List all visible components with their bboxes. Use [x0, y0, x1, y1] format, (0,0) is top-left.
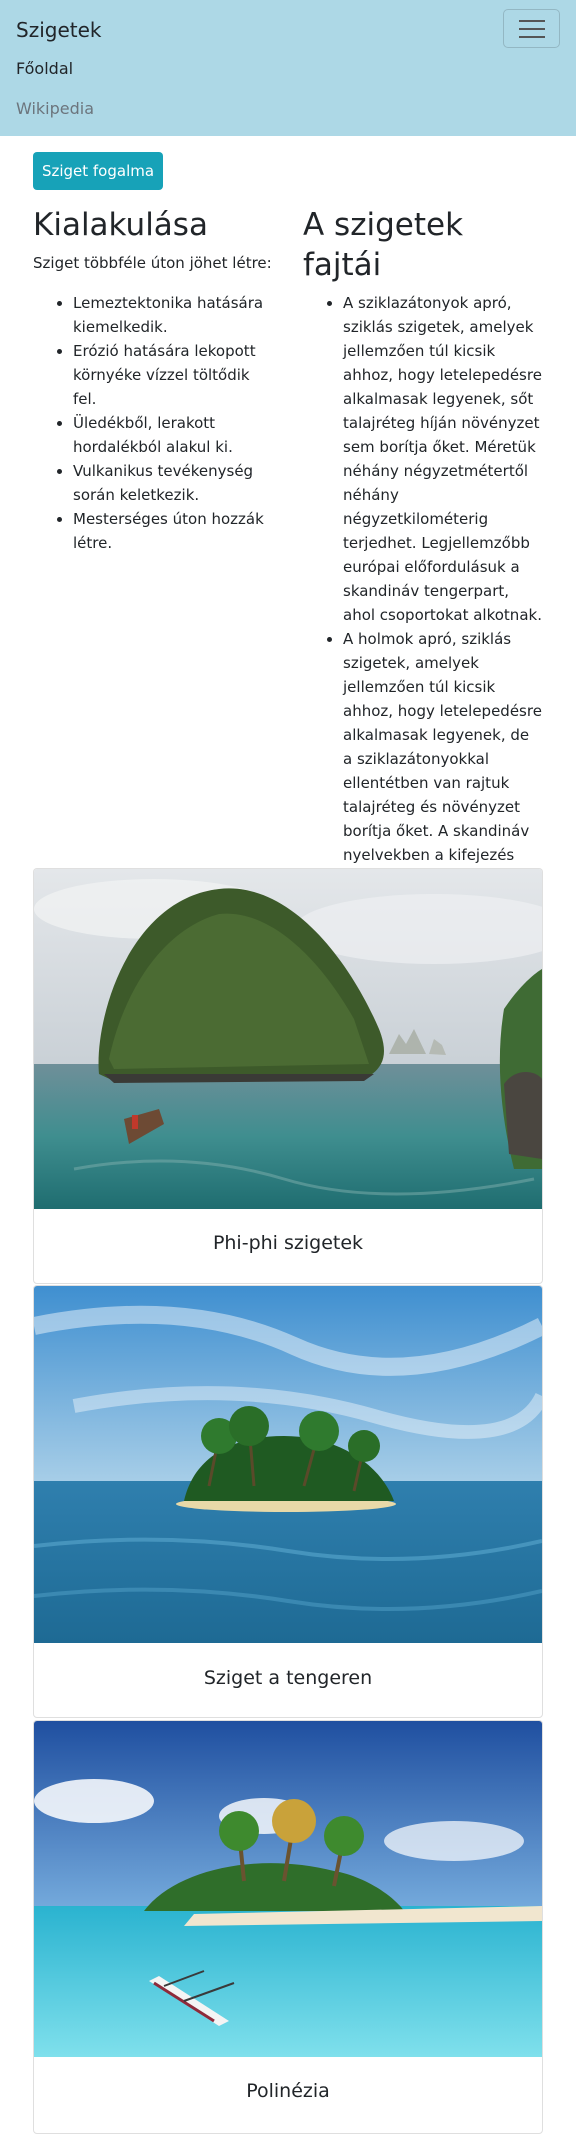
island-types-heading: A szigetek fajtái: [303, 207, 464, 283]
nav-link-wikipedia[interactable]: Wikipedia: [16, 97, 94, 121]
card-caption: Polinézia: [246, 2080, 330, 2102]
hamburger-menu-icon-line: [518, 27, 545, 30]
hamburger-menu-icon: [518, 19, 545, 22]
formation-intro: Sziget többféle úton jöhet létre:: [33, 254, 272, 272]
list-item: Erózió hatására lekopott környéke vízzel…: [73, 339, 273, 411]
list-item: Üledékből, lerakott hordalékból alakul k…: [73, 411, 273, 459]
polynesia-image: [34, 1721, 542, 2057]
island-types-list: A sziklazátonyok apró, sziklás szigetek,…: [303, 291, 543, 915]
navbar: Szigetek Főoldal Wikipedia: [0, 0, 576, 136]
hamburger-menu-icon-line: [518, 35, 545, 38]
list-item: Lemeztektonika hatására kiemelkedik.: [73, 291, 273, 339]
island-card-polynesia: Polinézia: [33, 1720, 543, 2134]
island-definition-button[interactable]: Sziget fogalma: [33, 152, 163, 190]
nav-link-home[interactable]: Főoldal: [16, 57, 73, 81]
card-caption: Phi-phi szigetek: [212, 1232, 364, 1254]
list-item: Mesterséges úton hozzák létre.: [73, 507, 273, 555]
navbar-brand[interactable]: Szigetek: [16, 16, 101, 44]
navbar-toggler-button[interactable]: [503, 9, 560, 48]
formation-section: Kialakulása Sziget többféle úton jöhet l…: [33, 205, 273, 555]
phi-phi-islands-image: [34, 869, 542, 1209]
card-caption: Sziget a tengeren: [203, 1667, 373, 1689]
island-types-section: A szigetek fajtái A sziklazátonyok apró,…: [303, 205, 543, 915]
formation-list: Lemeztektonika hatására kiemelkedik. Eró…: [33, 291, 273, 555]
formation-heading: Kialakulása: [33, 207, 208, 243]
island-card-sea: Sziget a tengeren: [33, 1285, 543, 1718]
island-card-phi-phi: Phi-phi szigetek: [33, 868, 543, 1284]
list-item: A sziklazátonyok apró, sziklás szigetek,…: [343, 291, 543, 627]
list-item: Vulkanikus tevékenység során keletkezik.: [73, 459, 273, 507]
island-on-sea-image: [34, 1286, 542, 1643]
